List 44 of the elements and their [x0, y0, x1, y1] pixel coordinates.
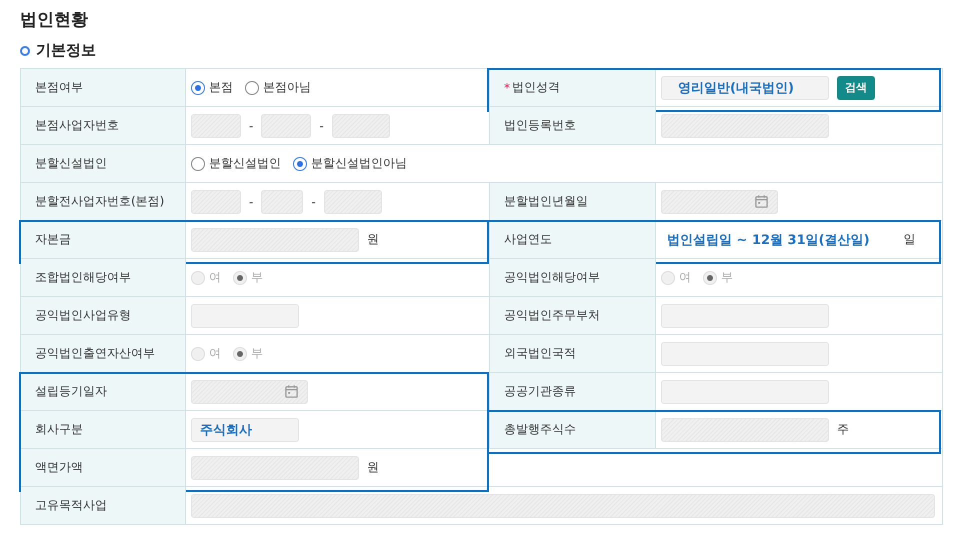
- search-button[interactable]: 검색: [837, 76, 875, 100]
- unit-text: -: [249, 118, 254, 132]
- radio-option[interactable]: 본점: [191, 79, 233, 96]
- unit-text: -: [311, 194, 316, 208]
- field-label: 본점사업자번호: [21, 107, 186, 144]
- field-label: 자본금: [21, 221, 186, 258]
- section-title: 기본정보: [36, 41, 96, 60]
- unit-text: -: [319, 118, 324, 132]
- unit-text: 원: [367, 231, 379, 248]
- field-label: 공익법인해당여부: [489, 259, 656, 296]
- field-label: 분할법인년월일: [489, 183, 656, 220]
- field-label: 법인등록번호: [489, 107, 656, 144]
- field-label: 총발행주식수: [489, 411, 656, 448]
- field-label: 공공기관종류: [489, 373, 656, 410]
- unit-text: 주: [837, 421, 849, 438]
- field-label: 조합법인해당여부: [21, 259, 186, 296]
- input-field[interactable]: 영리일반(내국법인): [661, 76, 829, 100]
- input-field[interactable]: [661, 380, 829, 404]
- input-field[interactable]: [191, 304, 299, 328]
- field-label: 공익법인사업유형: [21, 297, 186, 334]
- field-label: 외국법인국적: [489, 335, 656, 372]
- period-text: 법인설립일 ~ 12월 31일(결산일): [667, 232, 870, 248]
- field-label: 공익법인출연자산여부: [21, 335, 186, 372]
- page-title: 법인현황: [20, 9, 89, 31]
- unit-text: 원: [367, 459, 379, 476]
- field-label: 사업연도: [489, 221, 656, 258]
- field-label: * 법인성격: [489, 69, 656, 106]
- input-field[interactable]: [661, 304, 829, 328]
- input-field[interactable]: [661, 342, 829, 366]
- field-label: 본점여부: [21, 69, 186, 106]
- field-label: 분할전사업자번호(본점): [21, 183, 186, 220]
- field-label: 고유목적사업: [21, 487, 186, 524]
- field-label: 액면가액: [21, 449, 186, 486]
- unit-text: -: [249, 194, 254, 208]
- field-label: 분할신설법인: [21, 145, 186, 182]
- radio-option[interactable]: 분할신설법인아님: [293, 155, 407, 172]
- input-field[interactable]: 주식회사: [191, 418, 299, 442]
- field-label: 공익법인주무부처: [489, 297, 656, 334]
- circle-icon: [20, 46, 30, 56]
- field-label: 설립등기일자: [21, 373, 186, 410]
- radio-option[interactable]: 본점아님: [245, 79, 311, 96]
- field-label: 회사구분: [21, 411, 186, 448]
- unit-text: 일: [904, 231, 916, 248]
- radio-option[interactable]: 분할신설법인: [191, 155, 281, 172]
